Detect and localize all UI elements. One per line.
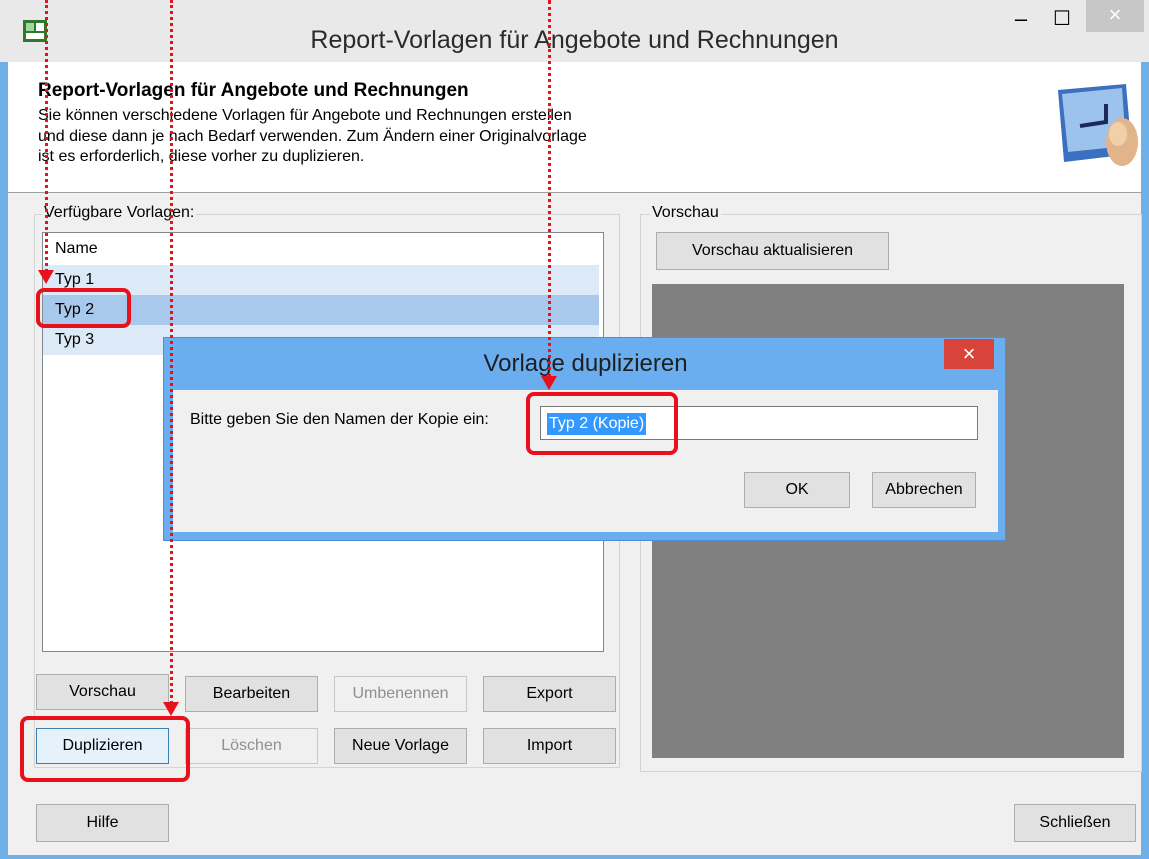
refresh-preview-button[interactable]: Vorschau aktualisieren: [656, 232, 889, 270]
header-description: Sie können verschiedene Vorlagen für Ang…: [38, 106, 718, 168]
dialog-close-button[interactable]: ×: [944, 339, 994, 369]
annotation-highlight-input: [526, 392, 678, 455]
minimize-button[interactable]: –: [1003, 2, 1039, 40]
dialog-title: Vorlage duplizieren: [483, 350, 688, 377]
annotation-line-list: [45, 0, 48, 272]
dialog-prompt-label: Bitte geben Sie den Namen der Kopie ein:: [190, 411, 489, 428]
import-button[interactable]: Import: [483, 728, 616, 764]
annotation-highlight-duplicate: [20, 716, 190, 782]
annotation-line-button: [170, 0, 173, 704]
new-template-button[interactable]: Neue Vorlage: [334, 728, 467, 764]
preview-button[interactable]: Vorschau: [36, 674, 169, 710]
cancel-button[interactable]: Abbrechen: [872, 472, 976, 508]
maximize-button[interactable]: ☐: [1042, 2, 1082, 40]
preview-group-label: Vorschau: [650, 204, 721, 222]
export-button[interactable]: Export: [483, 676, 616, 712]
annotation-highlight-typ2: [36, 288, 131, 328]
annotation-arrowhead: [38, 270, 54, 284]
edit-button[interactable]: Bearbeiten: [185, 676, 318, 712]
annotation-line-input: [548, 0, 551, 378]
header-title: Report-Vorlagen für Angebote und Rechnun…: [38, 80, 469, 101]
annotation-arrowhead: [163, 702, 179, 716]
close-button[interactable]: ×: [1086, 0, 1144, 32]
help-button[interactable]: Hilfe: [36, 804, 169, 842]
keyboard-enter-key-icon: [1040, 70, 1140, 188]
templates-group-label: Verfügbare Vorlagen:: [42, 204, 197, 222]
description-line: ist es erforderlich, diese vorher zu dup…: [38, 148, 365, 165]
ok-button[interactable]: OK: [744, 472, 850, 508]
description-line: Sie können verschiedene Vorlagen für Ang…: [38, 107, 572, 124]
close-window-button[interactable]: Schließen: [1014, 804, 1136, 842]
annotation-arrowhead: [541, 376, 557, 390]
rename-button[interactable]: Umbenennen: [334, 676, 467, 712]
description-line: und diese dann je nach Bedarf verwenden.…: [38, 127, 587, 145]
column-header-name[interactable]: Name: [43, 233, 603, 265]
delete-button[interactable]: Löschen: [185, 728, 318, 764]
